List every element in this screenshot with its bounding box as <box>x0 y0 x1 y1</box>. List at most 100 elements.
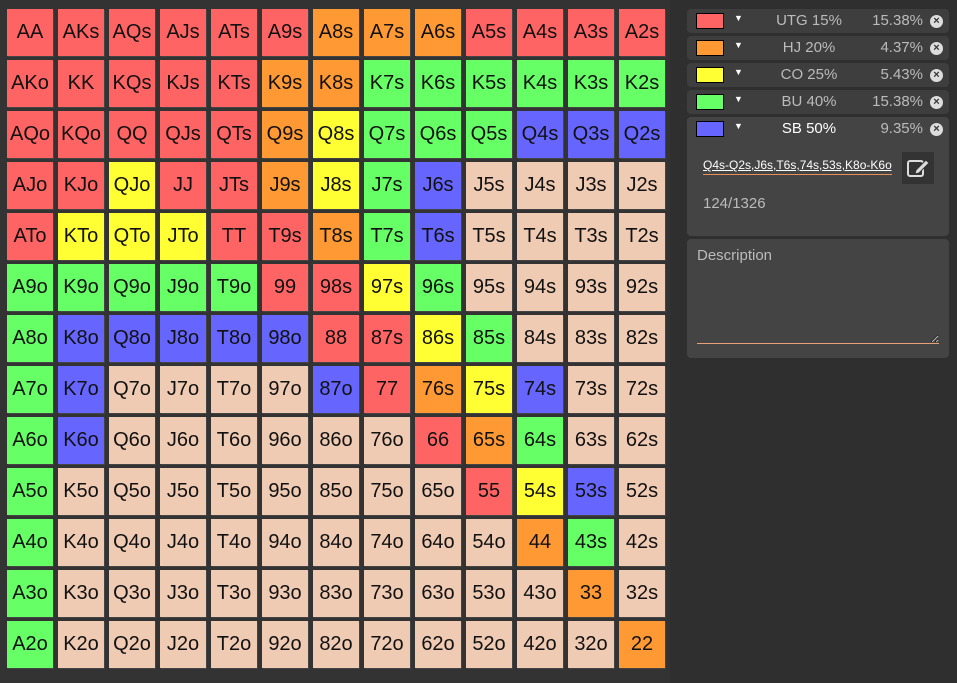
hand-cell[interactable]: 42o <box>517 621 563 668</box>
hand-cell[interactable]: 95s <box>466 264 512 311</box>
hand-cell[interactable]: K7s <box>364 60 410 107</box>
hand-cell[interactable]: 82s <box>619 315 665 362</box>
hand-cell[interactable]: J9o <box>160 264 206 311</box>
hand-cell[interactable]: J3o <box>160 570 206 617</box>
dropdown-caret-icon[interactable]: ▼ <box>734 13 743 23</box>
hand-cell[interactable]: 44 <box>517 519 563 566</box>
hand-cell[interactable]: QQ <box>109 111 155 158</box>
hand-cell[interactable]: Q2s <box>619 111 665 158</box>
hand-cell[interactable]: A8o <box>7 315 53 362</box>
hand-cell[interactable]: Q7s <box>364 111 410 158</box>
hand-cell[interactable]: K9o <box>58 264 104 311</box>
remove-icon[interactable]: × <box>930 123 943 136</box>
hand-cell[interactable]: 64o <box>415 519 461 566</box>
color-swatch[interactable] <box>696 94 724 110</box>
hand-cell[interactable]: ATo <box>7 213 53 260</box>
hand-cell[interactable]: AJo <box>7 162 53 209</box>
hand-cell[interactable]: KTs <box>211 60 257 107</box>
hand-cell[interactable]: 43o <box>517 570 563 617</box>
hand-cell[interactable]: T9o <box>211 264 257 311</box>
hand-cell[interactable]: J2s <box>619 162 665 209</box>
hand-cell[interactable]: 98s <box>313 264 359 311</box>
hand-cell[interactable]: J2o <box>160 621 206 668</box>
hand-cell[interactable]: 83s <box>568 315 614 362</box>
hand-cell[interactable]: A5o <box>7 468 53 515</box>
range-item[interactable]: ▼ BU 40% 15.38% × <box>687 90 949 114</box>
hand-cell[interactable]: A9o <box>7 264 53 311</box>
range-item[interactable]: ▼ HJ 20% 4.37% × <box>687 36 949 60</box>
dropdown-caret-icon[interactable]: ▼ <box>734 121 743 131</box>
hand-cell[interactable]: 94s <box>517 264 563 311</box>
hand-cell[interactable]: K2o <box>58 621 104 668</box>
remove-icon[interactable]: × <box>930 15 943 28</box>
hand-cell[interactable]: QTo <box>109 213 155 260</box>
hand-cell[interactable]: AKs <box>58 9 104 56</box>
hand-cell[interactable]: Q3o <box>109 570 155 617</box>
hand-cell[interactable]: T2s <box>619 213 665 260</box>
hand-cell[interactable]: 85o <box>313 468 359 515</box>
hand-cell[interactable]: K8o <box>58 315 104 362</box>
color-swatch[interactable] <box>696 121 724 137</box>
hand-cell[interactable]: 97o <box>262 366 308 413</box>
hand-cell[interactable]: Q9o <box>109 264 155 311</box>
hand-cell[interactable]: 53o <box>466 570 512 617</box>
hand-cell[interactable]: 97s <box>364 264 410 311</box>
hand-cell[interactable]: A5s <box>466 9 512 56</box>
hand-cell[interactable]: 87o <box>313 366 359 413</box>
hand-cell[interactable]: T7o <box>211 366 257 413</box>
hand-cell[interactable]: T8o <box>211 315 257 362</box>
hand-cell[interactable]: KK <box>58 60 104 107</box>
hand-cell[interactable]: 63s <box>568 417 614 464</box>
description-input[interactable] <box>697 247 939 344</box>
hand-cell[interactable]: 72o <box>364 621 410 668</box>
hand-cell[interactable]: J8o <box>160 315 206 362</box>
hand-cell[interactable]: 77 <box>364 366 410 413</box>
hand-cell[interactable]: QTs <box>211 111 257 158</box>
hand-cell[interactable]: T7s <box>364 213 410 260</box>
hand-cell[interactable]: T3s <box>568 213 614 260</box>
hand-cell[interactable]: AQs <box>109 9 155 56</box>
hand-cell[interactable]: Q3s <box>568 111 614 158</box>
hand-cell[interactable]: J9s <box>262 162 308 209</box>
hand-cell[interactable]: K3s <box>568 60 614 107</box>
hand-cell[interactable]: A3o <box>7 570 53 617</box>
edit-button[interactable] <box>902 152 934 184</box>
hand-cell[interactable]: Q6s <box>415 111 461 158</box>
hand-cell[interactable]: 95o <box>262 468 308 515</box>
hand-cell[interactable]: 62o <box>415 621 461 668</box>
hand-cell[interactable]: K2s <box>619 60 665 107</box>
hand-cell[interactable]: Q4o <box>109 519 155 566</box>
hand-cell[interactable]: 74o <box>364 519 410 566</box>
hand-cell[interactable]: K4o <box>58 519 104 566</box>
hand-cell[interactable]: J4o <box>160 519 206 566</box>
hand-cell[interactable]: A4o <box>7 519 53 566</box>
hand-cell[interactable]: J6o <box>160 417 206 464</box>
hand-cell[interactable]: 62s <box>619 417 665 464</box>
hand-cell[interactable]: 88 <box>313 315 359 362</box>
hand-cell[interactable]: J5s <box>466 162 512 209</box>
hand-cell[interactable]: 53s <box>568 468 614 515</box>
hand-cell[interactable]: 86o <box>313 417 359 464</box>
hand-cell[interactable]: T8s <box>313 213 359 260</box>
hand-cell[interactable]: KTo <box>58 213 104 260</box>
hand-cell[interactable]: 92o <box>262 621 308 668</box>
range-item[interactable]: ▼ SB 50% 9.35% × Q4s-Q2s,J6s,T6s,74s,53s,… <box>687 117 949 236</box>
hand-cell[interactable]: AJs <box>160 9 206 56</box>
hand-cell[interactable]: J4s <box>517 162 563 209</box>
hand-cell[interactable]: 66 <box>415 417 461 464</box>
hand-cell[interactable]: K8s <box>313 60 359 107</box>
hand-cell[interactable]: 87s <box>364 315 410 362</box>
hand-cell[interactable]: 65s <box>466 417 512 464</box>
hand-cell[interactable]: T6o <box>211 417 257 464</box>
hand-cell[interactable]: 55 <box>466 468 512 515</box>
hand-cell[interactable]: 54s <box>517 468 563 515</box>
color-swatch[interactable] <box>696 67 724 83</box>
hand-cell[interactable]: T4o <box>211 519 257 566</box>
hand-cell[interactable]: A6s <box>415 9 461 56</box>
hand-cell[interactable]: KJo <box>58 162 104 209</box>
hand-cell[interactable]: QJo <box>109 162 155 209</box>
range-text-input[interactable]: Q4s-Q2s,J6s,T6s,74s,53s,K8o-K6o,Q8o,J8o,… <box>703 157 892 175</box>
color-swatch[interactable] <box>696 13 724 29</box>
range-item[interactable]: ▼ CO 25% 5.43% × <box>687 63 949 87</box>
hand-cell[interactable]: K9s <box>262 60 308 107</box>
